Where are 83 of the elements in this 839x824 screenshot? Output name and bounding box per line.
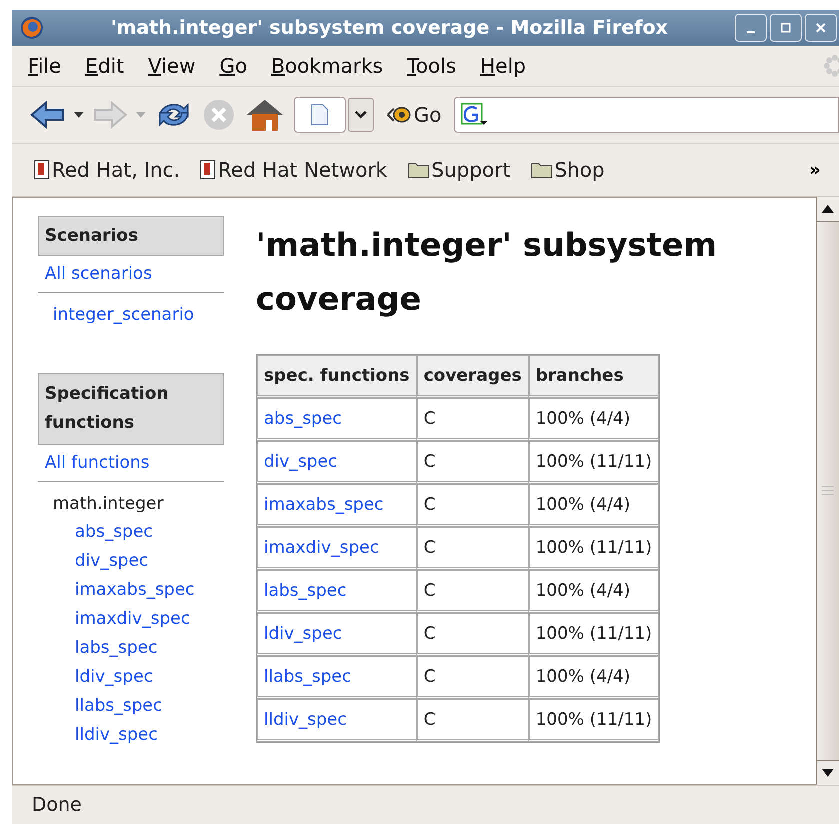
bookmark-item[interactable]: Support	[408, 158, 511, 182]
sidebar-link[interactable]: integer_scenario	[38, 305, 224, 349]
function-link[interactable]: lldiv_spec	[257, 699, 417, 742]
stop-icon	[202, 98, 236, 132]
column-header: branches	[528, 355, 660, 398]
sidebar-heading: Scenarios	[38, 216, 224, 256]
address-field[interactable]	[294, 97, 346, 133]
menu-item[interactable]: Go	[208, 54, 260, 78]
sidebar-link[interactable]: All functions	[38, 445, 224, 482]
table-cell: C	[416, 484, 529, 527]
bookmark-label: Support	[432, 158, 511, 182]
menu-item[interactable]: File	[16, 54, 74, 78]
table-cell: 100% (11/11)	[528, 613, 660, 656]
table-cell: 100% (4/4)	[528, 656, 660, 699]
bookmark-page-icon	[34, 160, 50, 180]
function-link[interactable]: llabs_spec	[257, 656, 417, 699]
go-icon	[386, 106, 412, 124]
table-cell: 100% (11/11)	[528, 441, 660, 484]
menu-item[interactable]: Help	[468, 54, 538, 78]
function-link[interactable]: imaxdiv_spec	[257, 527, 417, 570]
function-link[interactable]: div_spec	[257, 441, 417, 484]
sidebar-link[interactable]: labs_spec	[38, 636, 224, 665]
minimize-button[interactable]	[735, 14, 767, 42]
table-cell: 100% (11/11)	[528, 527, 660, 570]
table-cell: C	[416, 441, 529, 484]
column-header: coverages	[416, 355, 529, 398]
sidebar-link[interactable]: imaxabs_spec	[38, 578, 224, 607]
table-cell: 100% (4/4)	[528, 570, 660, 613]
sidebar-group-label: math.integer	[52, 494, 165, 516]
menu-item[interactable]: Bookmarks	[259, 54, 396, 78]
sidebar-link[interactable]: All scenarios	[38, 256, 224, 293]
chevron-down-icon	[355, 111, 367, 119]
table-cell: 100% (4/4)	[528, 398, 660, 441]
sidebar-link[interactable]: div_spec	[38, 549, 224, 578]
table-cell: C	[416, 656, 529, 699]
sidebar-link[interactable]: ldiv_spec	[38, 665, 224, 694]
bookmark-page-icon	[200, 160, 216, 180]
sidebar-link[interactable]: imaxdiv_spec	[38, 607, 224, 636]
sidebar-link[interactable]: lldiv_spec	[38, 723, 224, 752]
minimize-icon	[746, 30, 756, 34]
forward-arrow-icon	[92, 100, 128, 130]
page-icon	[311, 104, 329, 126]
more-bookmarks-button[interactable]: »	[809, 160, 821, 180]
sidebar-link[interactable]: abs_spec	[38, 520, 224, 549]
search-field[interactable]	[454, 97, 839, 133]
close-icon	[815, 22, 827, 34]
back-arrow-icon[interactable]	[30, 100, 66, 130]
table-cell: C	[416, 570, 529, 613]
go-button[interactable]: Go	[382, 103, 446, 127]
close-button[interactable]	[805, 14, 837, 42]
folder-icon	[408, 161, 430, 179]
table-cell: 100% (11/11)	[528, 699, 660, 742]
function-link[interactable]: abs_spec	[257, 398, 417, 441]
menu-item[interactable]: View	[136, 54, 208, 78]
table-cell: C	[416, 613, 529, 656]
maximize-button[interactable]	[770, 14, 802, 42]
menu-item[interactable]: Tools	[395, 54, 468, 78]
table-cell: 100% (4/4)	[528, 484, 660, 527]
folder-icon	[530, 161, 553, 179]
table-cell: C	[416, 699, 529, 742]
scroll-thumb-grip-icon[interactable]	[822, 486, 834, 496]
bookmark-item[interactable]: Shop	[530, 158, 605, 182]
scrollbar[interactable]	[816, 197, 839, 785]
function-link[interactable]: ldiv_spec	[257, 613, 417, 656]
dropdown-caret-icon[interactable]	[74, 112, 84, 118]
scroll-down-arrow-icon[interactable]	[822, 769, 834, 777]
dropdown-caret-icon	[136, 112, 146, 118]
bookmark-label: Shop	[554, 158, 605, 182]
menu-item[interactable]: Edit	[73, 54, 136, 78]
status-text: Done	[12, 785, 839, 824]
function-link[interactable]: labs_spec	[257, 570, 417, 613]
table-cell: C	[416, 527, 529, 570]
window-title: 'math.integer' subsystem coverage - Mozilla Firefox	[110, 17, 670, 39]
dropdown-button[interactable]	[348, 98, 374, 132]
function-link[interactable]: imaxabs_spec	[257, 484, 417, 527]
maximize-icon	[780, 22, 792, 34]
column-header: spec. functions	[257, 355, 417, 398]
sidebar-heading: Specification functions	[38, 373, 224, 445]
google-g-icon	[460, 103, 489, 127]
scroll-up-arrow-icon[interactable]	[822, 205, 834, 213]
page-heading: 'math.integer' subsystem coverage	[256, 225, 718, 320]
sidebar-link[interactable]: llabs_spec	[38, 694, 224, 723]
table-cell: C	[416, 398, 529, 441]
